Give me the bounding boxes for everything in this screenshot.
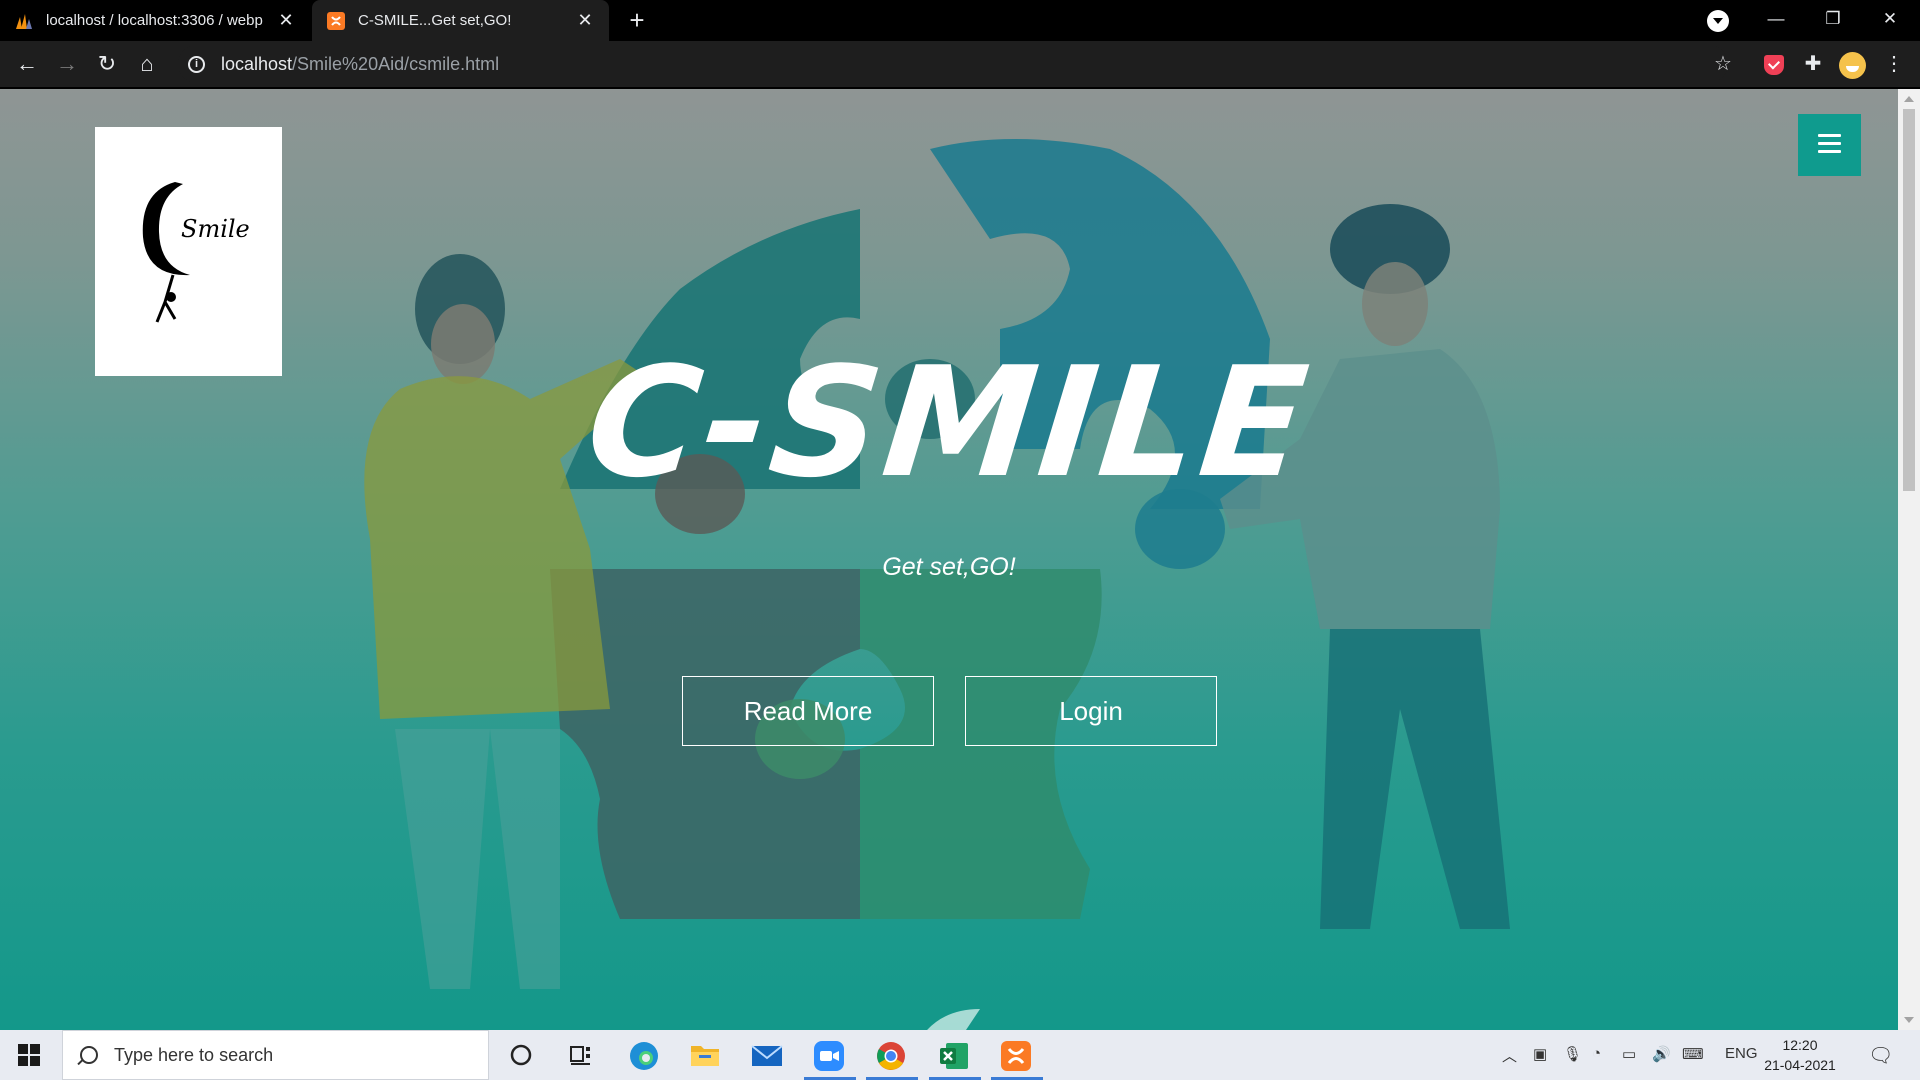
zoom-icon[interactable] bbox=[813, 1040, 844, 1071]
close-window-icon[interactable]: ✕ bbox=[1862, 0, 1918, 41]
hamburger-line-icon bbox=[1818, 150, 1841, 153]
tab-title: localhost / localhost:3306 / webp bbox=[46, 12, 263, 29]
clock-time: 12:20 bbox=[1782, 1037, 1818, 1053]
clock[interactable]: 12:20 21-04-2021 bbox=[1760, 1035, 1840, 1075]
microphone-icon[interactable]: 🎙 bbox=[1563, 1045, 1582, 1063]
back-icon[interactable]: ← bbox=[12, 49, 42, 79]
hero-subtitle: Get set,GO! bbox=[882, 553, 1016, 581]
restore-icon[interactable]: ❐ bbox=[1805, 0, 1861, 41]
meet-now-icon[interactable]: ▣ bbox=[1533, 1045, 1547, 1063]
close-tab-icon[interactable]: ✕ bbox=[276, 10, 296, 31]
phpmyadmin-icon bbox=[16, 13, 32, 29]
scroll-up-icon[interactable] bbox=[1904, 96, 1914, 102]
url-host: localhost bbox=[221, 53, 293, 74]
clock-date: 21-04-2021 bbox=[1764, 1057, 1836, 1073]
battery-icon[interactable]: ▭ bbox=[1622, 1045, 1636, 1063]
taskbar-search-input[interactable]: Type here to search bbox=[62, 1030, 489, 1080]
hamburger-line-icon bbox=[1818, 142, 1841, 145]
mail-icon[interactable] bbox=[751, 1040, 783, 1070]
reload-icon[interactable]: ↻ bbox=[92, 49, 122, 79]
search-placeholder: Type here to search bbox=[114, 1044, 274, 1065]
browser-tab-strip: localhost / localhost:3306 / webp ✕ C-SM… bbox=[0, 0, 1920, 41]
login-button[interactable]: Login bbox=[965, 676, 1217, 746]
language-indicator[interactable]: ENG bbox=[1725, 1045, 1758, 1062]
browser-toolbar: ← → ↻ ⌂ i localhost /Smile%20Aid/csmile.… bbox=[0, 41, 1920, 87]
page-viewport: Smile C-SMILE Get set,GO! Read More Logi… bbox=[0, 89, 1898, 1030]
address-bar[interactable]: i localhost /Smile%20Aid/csmile.html bbox=[178, 45, 1728, 83]
wifi-icon[interactable]: ◔ bbox=[1592, 1045, 1601, 1062]
cortana-icon[interactable] bbox=[506, 1040, 536, 1070]
close-tab-icon[interactable]: ✕ bbox=[575, 10, 595, 31]
xampp-icon bbox=[327, 11, 345, 30]
file-explorer-icon[interactable] bbox=[689, 1040, 719, 1070]
home-icon[interactable]: ⌂ bbox=[132, 49, 162, 79]
forward-icon[interactable]: → bbox=[52, 49, 82, 79]
bookmark-star-icon[interactable]: ☆ bbox=[1709, 50, 1737, 78]
tab-title: C-SMILE...Get set,GO! bbox=[358, 12, 512, 29]
read-more-button[interactable]: Read More bbox=[682, 676, 934, 746]
page-scrollbar[interactable] bbox=[1898, 89, 1920, 1030]
profile-avatar[interactable] bbox=[1839, 52, 1866, 79]
edge-browser-icon[interactable] bbox=[628, 1040, 658, 1070]
logo-text: Smile bbox=[181, 215, 250, 243]
menu-kebab-icon[interactable]: ⋮ bbox=[1880, 50, 1908, 78]
volume-icon[interactable]: 🔊 bbox=[1652, 1045, 1671, 1063]
new-tab-button[interactable]: + bbox=[622, 6, 652, 36]
windows-taskbar: Type here to search ︿ ▣ 🎙 ◔ ▭ 🔊 ⌨ ENG 12… bbox=[0, 1030, 1920, 1080]
excel-icon[interactable] bbox=[938, 1040, 968, 1070]
task-view-icon[interactable] bbox=[566, 1040, 596, 1070]
show-hidden-icons-chevron-icon[interactable]: ︿ bbox=[1502, 1045, 1517, 1066]
scroll-down-icon[interactable] bbox=[1904, 1017, 1914, 1023]
xampp-icon[interactable] bbox=[1000, 1040, 1031, 1071]
scrollbar-thumb[interactable] bbox=[1903, 109, 1915, 491]
pocket-extension-icon[interactable] bbox=[1764, 55, 1784, 75]
hamburger-line-icon bbox=[1818, 134, 1841, 137]
windows-start-icon[interactable] bbox=[18, 1044, 40, 1066]
hamburger-menu-button[interactable] bbox=[1798, 114, 1861, 176]
tab-phpmyadmin[interactable]: localhost / localhost:3306 / webp ✕ bbox=[0, 0, 310, 41]
chrome-icon[interactable] bbox=[875, 1040, 905, 1070]
tab-search-icon[interactable] bbox=[1707, 10, 1729, 32]
hero-title: C-SMILE bbox=[579, 334, 1319, 511]
url-path: /Smile%20Aid/csmile.html bbox=[292, 53, 500, 74]
extensions-icon[interactable]: ✚ bbox=[1799, 50, 1827, 78]
tab-csmile[interactable]: C-SMILE...Get set,GO! ✕ bbox=[312, 0, 609, 41]
site-info-icon[interactable]: i bbox=[188, 55, 205, 73]
search-icon bbox=[80, 1046, 98, 1064]
minimize-icon[interactable]: — bbox=[1748, 0, 1804, 41]
notifications-icon[interactable]: 🗨 bbox=[1868, 1043, 1893, 1068]
keyboard-icon[interactable]: ⌨ bbox=[1682, 1045, 1704, 1063]
